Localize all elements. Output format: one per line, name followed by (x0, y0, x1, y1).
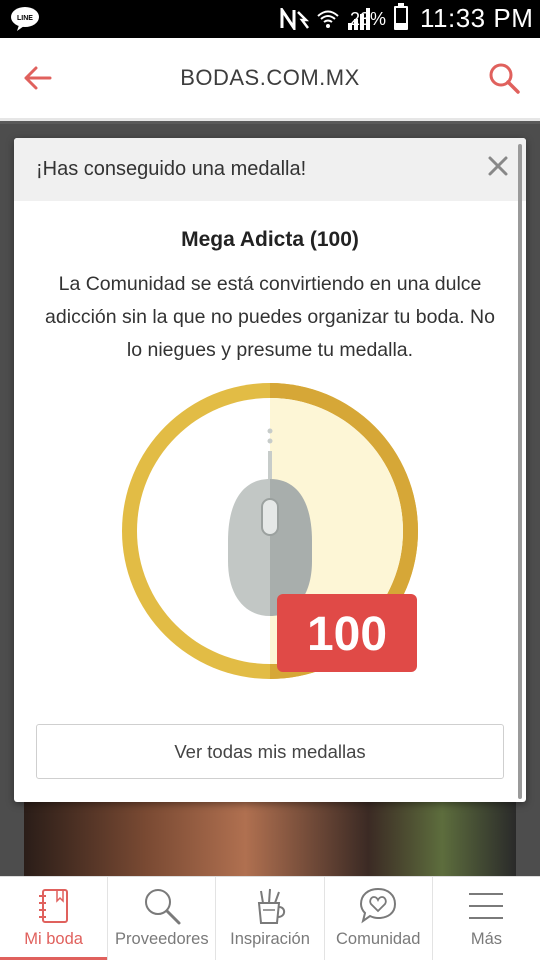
nav-inspiracion[interactable]: Inspiración (216, 877, 325, 960)
nav-label: Mi boda (24, 930, 83, 948)
medal-badge-number: 100 (307, 608, 387, 661)
nav-mi-boda[interactable]: Mi boda (0, 877, 109, 960)
line-app-icon: LINE (11, 7, 39, 31)
dialog-header: ¡Has conseguido una medalla! (14, 138, 526, 201)
app-bar: BODAS.COM.MX (0, 38, 540, 121)
dialog-title: ¡Has conseguido una medalla! (36, 158, 307, 180)
medal-description: La Comunidad se está convirtiendo en una… (45, 273, 495, 361)
nav-proveedores[interactable]: Proveedores (108, 877, 217, 960)
chat-heart-icon (360, 887, 397, 924)
nfc-icon (280, 8, 310, 30)
cup-pencils-icon (257, 888, 286, 924)
hamburger-menu-icon (469, 893, 504, 919)
view-all-medals-button[interactable]: Ver todas mis medallas (36, 724, 504, 779)
svg-text:LINE: LINE (17, 15, 33, 22)
wifi-icon (317, 10, 339, 28)
nav-mas[interactable]: Más (433, 877, 540, 960)
nav-label: Proveedores (115, 930, 209, 948)
notebook-icon (38, 889, 68, 923)
medal-name: Mega Adicta (100) (181, 228, 359, 251)
mouse-medal-icon: 100 (122, 383, 418, 679)
battery-percent: 23% (350, 9, 387, 29)
battery-icon (394, 3, 408, 30)
bottom-navigation: Mi boda Proveedores Inspiración Comunida… (0, 876, 540, 960)
nav-label: Más (470, 930, 502, 948)
search-icon[interactable] (486, 60, 522, 96)
search-icon (144, 889, 181, 925)
medal-dialog: ¡Has conseguido una medalla! Mega Adicta… (14, 138, 526, 802)
nav-comunidad[interactable]: Comunidad (325, 877, 433, 960)
status-bar: LINE 23% 11:33 PM (0, 0, 540, 38)
nav-label: Comunidad (336, 930, 421, 948)
nav-label: Inspiración (230, 930, 310, 948)
clock: 11:33 PM (420, 3, 534, 33)
close-icon[interactable] (486, 154, 510, 178)
app-title: BODAS.COM.MX (180, 65, 360, 90)
